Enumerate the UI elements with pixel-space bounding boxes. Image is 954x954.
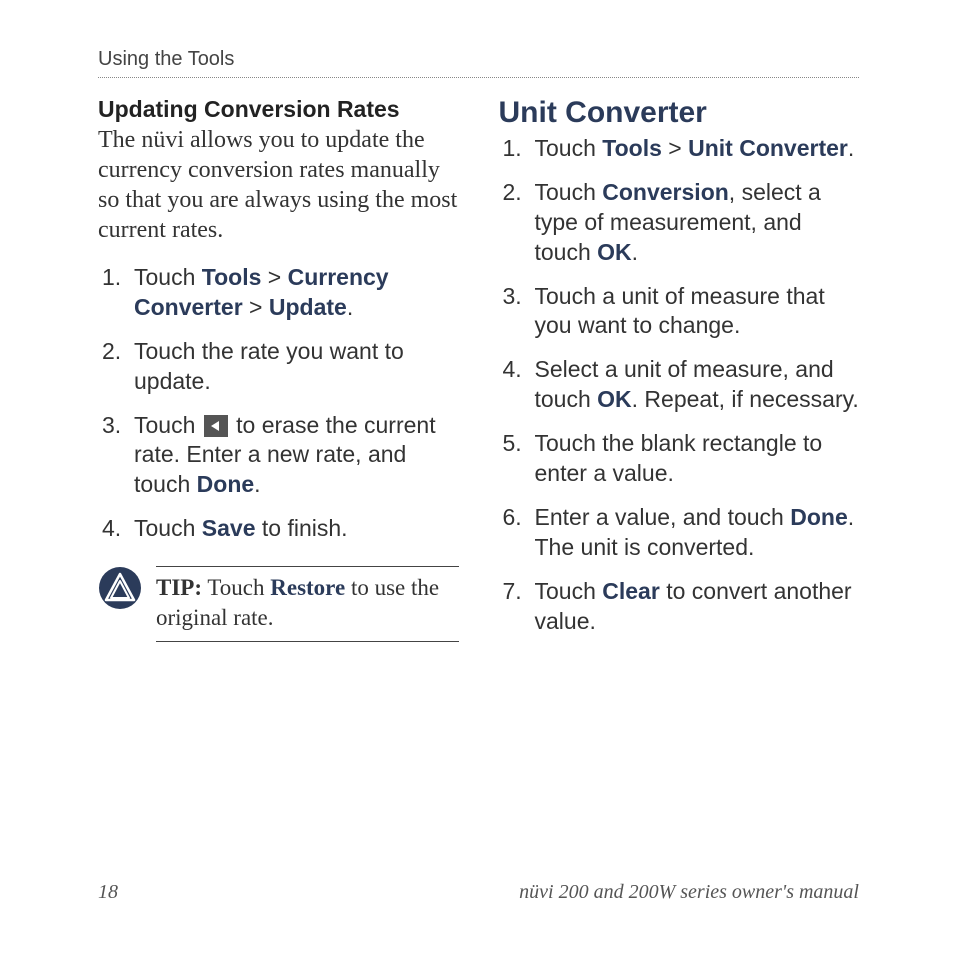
step-2: Touch the rate you want to update. [98, 337, 459, 397]
text: Touch [202, 575, 270, 600]
keyword-tools: Tools [202, 264, 262, 290]
keyword-ok: OK [597, 239, 632, 265]
updating-rates-steps: Touch Tools > Currency Converter > Updat… [98, 263, 459, 544]
text: . [632, 239, 638, 265]
text: Touch [535, 135, 603, 161]
right-column: Unit Converter Touch Tools > Unit Conver… [499, 96, 860, 650]
erase-back-icon [204, 415, 228, 437]
step-1: Touch Tools > Currency Converter > Updat… [98, 263, 459, 323]
step-3: Touch to erase the current rate. Enter a… [98, 411, 459, 501]
tip-label: TIP: [156, 575, 202, 600]
step-5: Touch the blank rectangle to enter a val… [499, 429, 860, 489]
left-column: Updating Conversion Rates The nüvi allow… [98, 96, 459, 650]
keyword-conversion: Conversion [602, 179, 729, 205]
text: . [347, 294, 353, 320]
text: Enter a value, and touch [535, 504, 791, 530]
keyword-unit-converter: Unit Converter [688, 135, 848, 161]
keyword-restore: Restore [270, 575, 345, 600]
separator: > [243, 294, 269, 320]
content-columns: Updating Conversion Rates The nüvi allow… [98, 96, 859, 650]
text: . [254, 471, 260, 497]
keyword-update: Update [269, 294, 347, 320]
text: . Repeat, if necessary. [632, 386, 859, 412]
text: to finish. [255, 515, 347, 541]
separator: > [261, 264, 287, 290]
text: Touch [535, 578, 603, 604]
step-1: Touch Tools > Unit Converter. [499, 134, 860, 164]
tip-warning-icon [98, 566, 142, 610]
tip-box: TIP: Touch Restore to use the original r… [98, 566, 459, 642]
keyword-done: Done [197, 471, 255, 497]
keyword-done: Done [790, 504, 848, 530]
separator: > [662, 135, 688, 161]
keyword-ok: OK [597, 386, 632, 412]
step-2: Touch Conversion, select a type of measu… [499, 178, 860, 268]
step-3: Touch a unit of measure that you want to… [499, 282, 860, 342]
page-number: 18 [98, 881, 118, 904]
text: Touch [535, 179, 603, 205]
text: Touch [134, 412, 202, 438]
keyword-tools: Tools [602, 135, 662, 161]
step-7: Touch Clear to convert another value. [499, 577, 860, 637]
text: Touch [134, 515, 202, 541]
updating-rates-heading: Updating Conversion Rates [98, 96, 459, 123]
updating-rates-intro: The nüvi allows you to update the curren… [98, 125, 459, 245]
step-4: Touch Save to finish. [98, 514, 459, 544]
text: . [848, 135, 854, 161]
unit-converter-heading: Unit Converter [499, 96, 860, 130]
step-6: Enter a value, and touch Done. The unit … [499, 503, 860, 563]
keyword-save: Save [202, 515, 256, 541]
keyword-clear: Clear [602, 578, 660, 604]
section-header: Using the Tools [98, 48, 859, 78]
text: Touch [134, 264, 202, 290]
step-4: Select a unit of measure, and touch OK. … [499, 355, 860, 415]
manual-title: nüvi 200 and 200W series owner's manual [519, 881, 859, 904]
tip-content: TIP: Touch Restore to use the original r… [156, 566, 459, 642]
page-footer: 18 nüvi 200 and 200W series owner's manu… [98, 881, 859, 904]
unit-converter-steps: Touch Tools > Unit Converter. Touch Conv… [499, 134, 860, 636]
